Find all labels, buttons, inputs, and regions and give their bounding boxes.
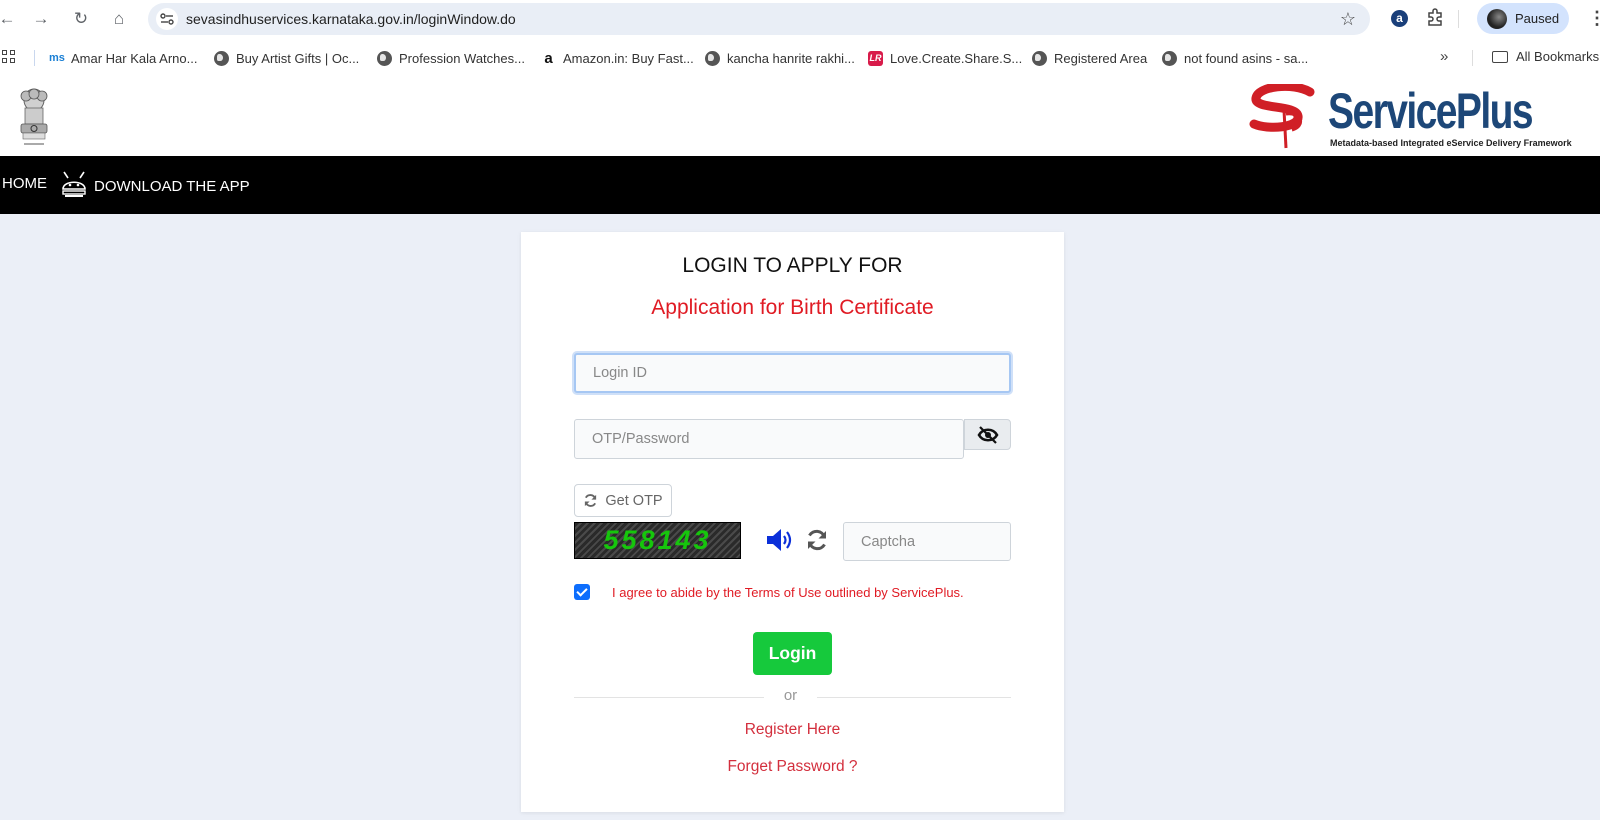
divider (574, 697, 764, 698)
bookmark-label: not found asins - sa... (1184, 50, 1309, 66)
browser-menu-icon[interactable]: ⋮ (1588, 8, 1600, 29)
more-bookmarks-button[interactable]: » (1440, 48, 1448, 65)
login-title: LOGIN TO APPLY FOR (682, 254, 903, 277)
get-otp-button[interactable]: Get OTP (574, 484, 672, 517)
captcha-audio-icon[interactable] (765, 527, 795, 553)
login-card: LOGIN TO APPLY FOR Application for Birth… (521, 232, 1064, 812)
globe-icon (214, 50, 229, 66)
bookmarks-separator (34, 50, 35, 66)
extensions-puzzle-icon[interactable] (1426, 8, 1444, 31)
captcha-refresh-icon[interactable] (805, 528, 829, 552)
apps-grid-icon[interactable] (2, 50, 16, 64)
bookmark-label: Amar Har Kala Arno... (71, 50, 198, 66)
captcha-code: 558143 (603, 525, 712, 555)
or-text: or (783, 687, 798, 704)
bookmark-item[interactable]: not found asins - sa... (1162, 49, 1308, 67)
android-icon (62, 171, 86, 197)
bookmark-item[interactable]: ms Amar Har Kala Arno... (49, 49, 197, 67)
site-header: ServicePlus Metadata-based Integrated eS… (0, 76, 1600, 156)
bookmark-item[interactable]: Buy Artist Gifts | Oc... (214, 49, 359, 67)
national-emblem-icon (20, 88, 48, 145)
bookmarks-separator (1472, 50, 1473, 66)
address-bar[interactable]: sevasindhuservices.karnataka.gov.in/logi… (148, 3, 1370, 35)
bookmark-item[interactable]: LR Love.Create.Share.S... (868, 49, 1022, 67)
terms-agreement: I agree to abide by the Terms of Use out… (574, 584, 964, 600)
toggle-password-visibility-button[interactable] (964, 419, 1011, 450)
amazon-icon: a (544, 49, 553, 67)
lr-icon: LR (868, 50, 883, 66)
ms-icon: ms (49, 51, 65, 64)
bookmark-label: kancha hanrite rakhi... (727, 50, 855, 66)
reload-icon[interactable]: ↻ (70, 8, 92, 30)
bookmark-label: Love.Create.Share.S... (890, 50, 1023, 66)
forward-icon[interactable]: → (30, 8, 52, 30)
site-info-icon[interactable] (156, 8, 178, 30)
captcha-image: 558143 (574, 522, 741, 559)
terms-text: I agree to abide by the Terms of Use out… (612, 584, 964, 600)
login-id-input[interactable] (574, 353, 1011, 393)
globe-icon (1162, 50, 1177, 66)
register-link[interactable]: Register Here (521, 721, 1064, 739)
avatar (1487, 9, 1507, 29)
globe-icon (377, 50, 392, 66)
terms-checkbox[interactable] (574, 584, 590, 600)
extension-icon[interactable]: a (1391, 10, 1408, 27)
globe-icon (705, 50, 720, 66)
bookmark-star-icon[interactable]: ☆ (1340, 9, 1356, 30)
bookmark-item[interactable]: Registered Area (1032, 49, 1147, 67)
globe-icon (1032, 50, 1047, 66)
bookmarks-bar: ms Amar Har Kala Arno... Buy Artist Gift… (0, 38, 1600, 76)
bookmark-item[interactable]: kancha hanrite rakhi... (705, 49, 855, 67)
main-content: LOGIN TO APPLY FOR Application for Birth… (0, 214, 1600, 820)
bookmark-label: Profession Watches... (399, 50, 525, 66)
bookmark-item[interactable]: a Amazon.in: Buy Fast... (541, 49, 694, 67)
refresh-icon (585, 494, 597, 507)
serviceplus-title: ServicePlus (1328, 83, 1534, 139)
browser-toolbar: ← → ↻ ⌂ sevasindhuservices.karnataka.gov… (0, 0, 1600, 38)
eye-slash-icon (977, 426, 999, 444)
get-otp-label: Get OTP (605, 492, 663, 509)
nav-download-app-link[interactable]: DOWNLOAD THE APP (60, 170, 250, 198)
forgot-password-link[interactable]: Forget Password ? (521, 758, 1064, 776)
all-bookmarks-button[interactable]: All Bookmarks (1492, 49, 1599, 64)
url-text[interactable]: sevasindhuservices.karnataka.gov.in/logi… (186, 11, 516, 27)
profile-button[interactable]: Paused (1477, 3, 1569, 34)
serviceplus-tagline: Metadata-based Integrated eService Deliv… (1330, 138, 1572, 148)
divider (817, 697, 1011, 698)
login-button[interactable]: Login (753, 632, 832, 675)
all-bookmarks-label: All Bookmarks (1516, 49, 1600, 64)
nav-home-link[interactable]: HOME (2, 175, 47, 192)
serviceplus-logo: ServicePlus Metadata-based Integrated eS… (1248, 83, 1578, 149)
bookmark-item[interactable]: Profession Watches... (377, 49, 525, 67)
bookmark-label: Amazon.in: Buy Fast... (563, 50, 694, 66)
main-navbar: HOME DOWNLOAD THE APP (0, 156, 1600, 214)
profile-status: Paused (1515, 11, 1560, 26)
back-icon[interactable]: ← (0, 8, 18, 30)
service-name: Application for Birth Certificate (651, 296, 934, 319)
home-icon[interactable]: ⌂ (108, 8, 130, 30)
bookmark-label: Registered Area (1054, 50, 1148, 66)
folder-icon (1492, 50, 1508, 63)
serviceplus-sp-icon (1249, 84, 1315, 149)
captcha-input[interactable] (843, 522, 1011, 561)
toolbar-separator (1458, 10, 1459, 28)
bookmark-label: Buy Artist Gifts | Oc... (236, 50, 360, 66)
download-app-label: DOWNLOAD THE APP (94, 177, 250, 195)
password-input[interactable] (574, 419, 964, 459)
